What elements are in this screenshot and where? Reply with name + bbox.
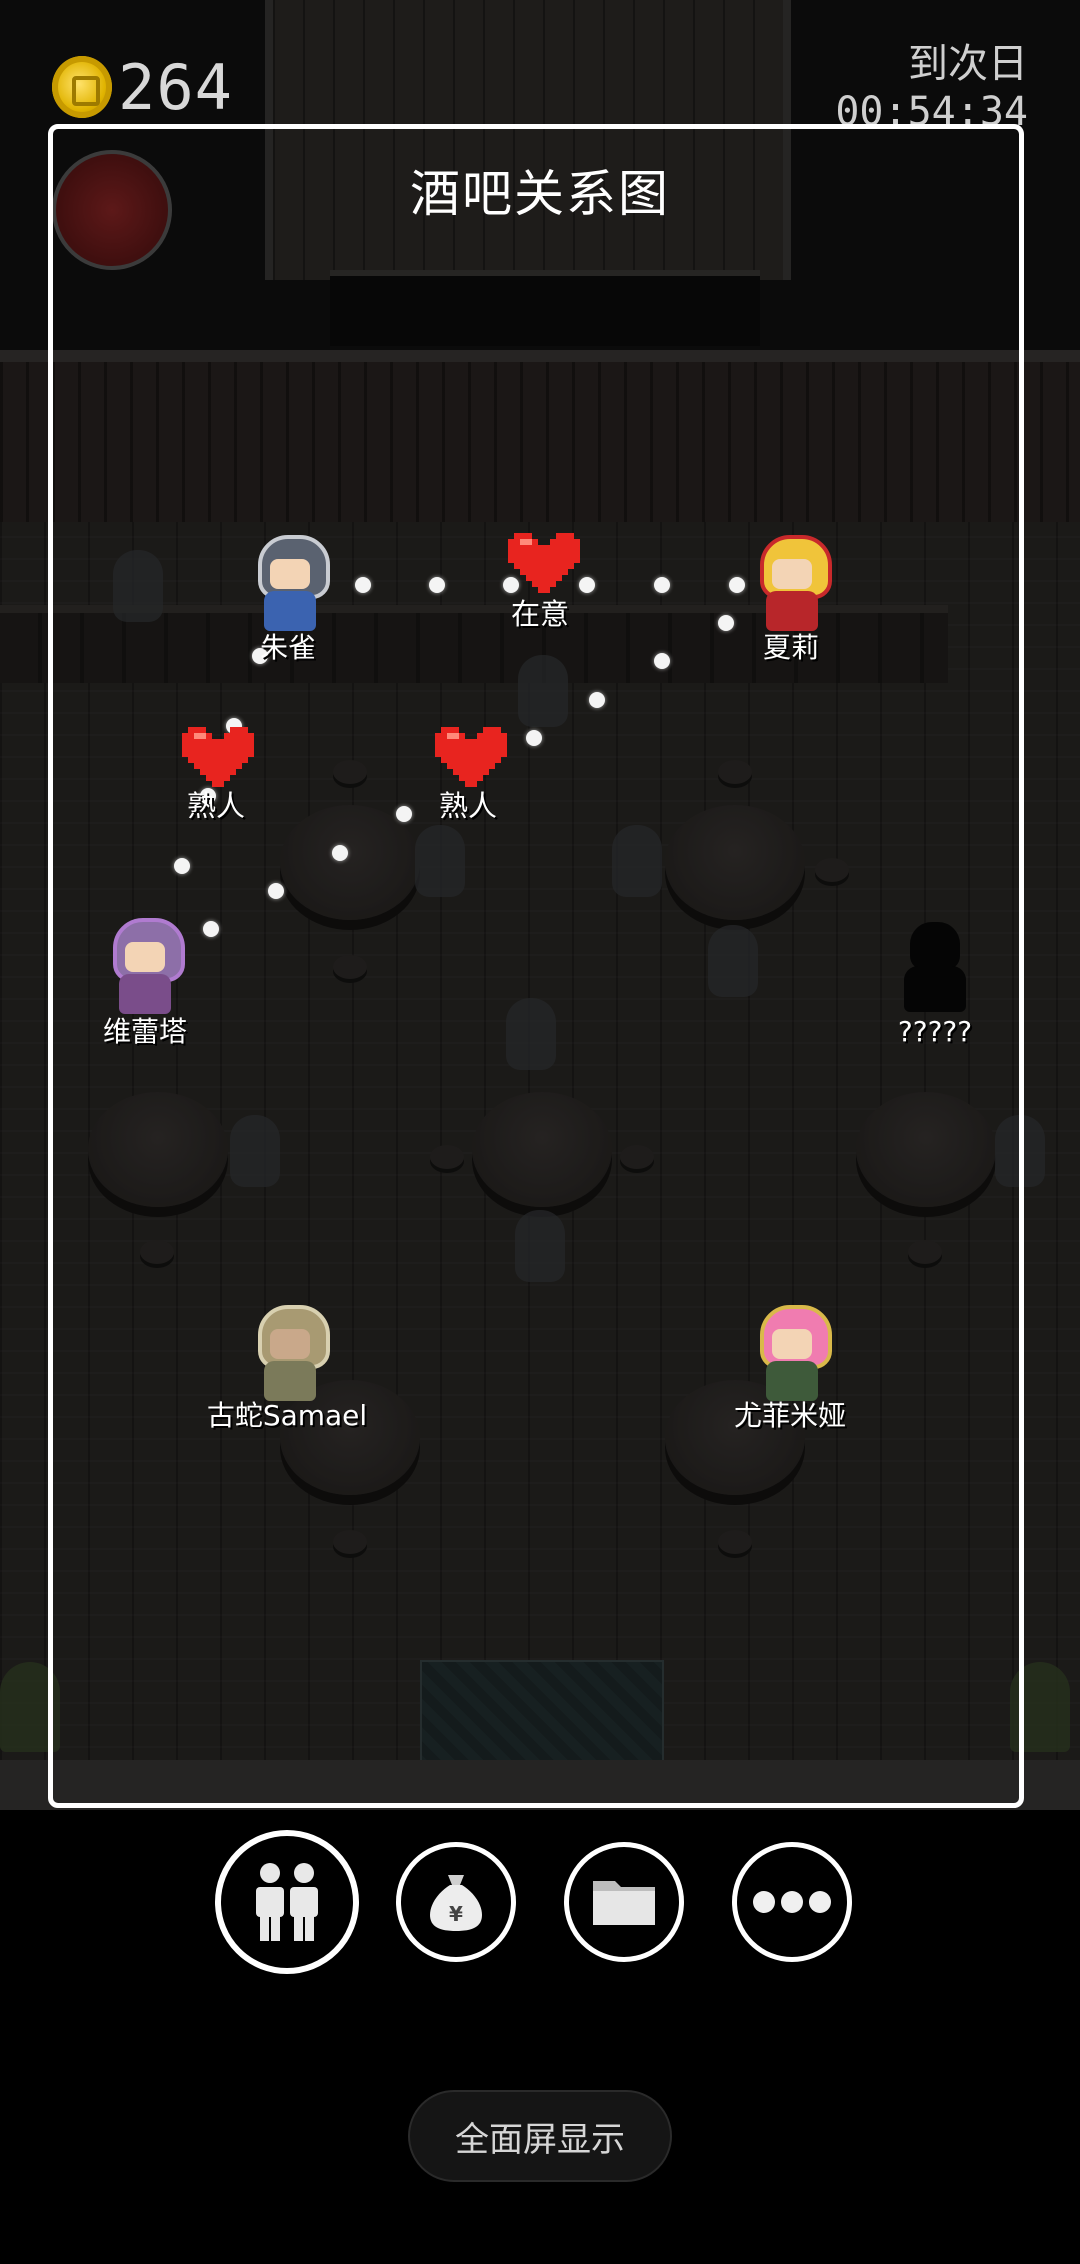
heart-icon <box>435 726 507 788</box>
next-day-timer: 到次日 00:54:34 <box>835 40 1028 136</box>
character-name: 维蕾塔 <box>102 1015 188 1048</box>
relation-label-care: 在意 <box>510 597 570 631</box>
more-button[interactable] <box>732 1842 852 1962</box>
character-gushe-sprite[interactable] <box>250 1305 330 1405</box>
character-youfei-sprite[interactable] <box>752 1305 832 1405</box>
character-name: ????? <box>897 1015 973 1048</box>
character-zhuque-sprite[interactable] <box>250 535 330 635</box>
more-dots-icon <box>753 1891 831 1913</box>
relation-dot <box>526 730 542 746</box>
fullscreen-display-button[interactable]: 全面屏显示 <box>408 2090 672 2182</box>
next-day-label: 到次日 <box>908 41 1028 87</box>
character-unknown-silhouette[interactable] <box>902 922 968 1014</box>
relation-dot <box>429 577 445 593</box>
character-xiali-sprite[interactable] <box>752 535 832 635</box>
gold-count: 264 <box>118 51 233 124</box>
relation-dot <box>589 692 605 708</box>
relationship-panel <box>48 124 1024 1808</box>
relation-dot <box>332 845 348 861</box>
relations-button[interactable] <box>215 1830 359 1974</box>
relation-dot <box>729 577 745 593</box>
relation-dot <box>174 858 190 874</box>
gold-coin-icon <box>52 56 112 118</box>
panel-title: 酒吧关系图 <box>410 165 670 223</box>
folder-icon <box>593 1881 655 1925</box>
relation-dot <box>203 921 219 937</box>
character-weileita-sprite[interactable] <box>105 918 185 1018</box>
relation-dot <box>718 615 734 631</box>
relation-label-acquaintance: 熟人 <box>438 789 498 823</box>
heart-icon <box>508 532 580 594</box>
files-button[interactable] <box>564 1842 684 1962</box>
money-bag-button[interactable]: ¥ <box>396 1842 516 1962</box>
money-bag-icon: ¥ <box>430 1875 482 1931</box>
character-name: 古蛇Samael <box>206 1399 368 1432</box>
relation-dot <box>654 577 670 593</box>
relation-dot <box>268 883 284 899</box>
relation-dot <box>396 806 412 822</box>
heart-icon <box>182 726 254 788</box>
svg-text:¥: ¥ <box>449 1902 463 1926</box>
relation-dot <box>355 577 371 593</box>
character-name: 夏莉 <box>762 631 820 664</box>
people-icon <box>256 1863 318 1941</box>
character-name: 朱雀 <box>259 631 317 664</box>
relation-dot <box>654 653 670 669</box>
relation-label-acquaintance: 熟人 <box>186 789 246 823</box>
character-name: 尤菲米娅 <box>733 1399 847 1432</box>
relation-dot <box>579 577 595 593</box>
